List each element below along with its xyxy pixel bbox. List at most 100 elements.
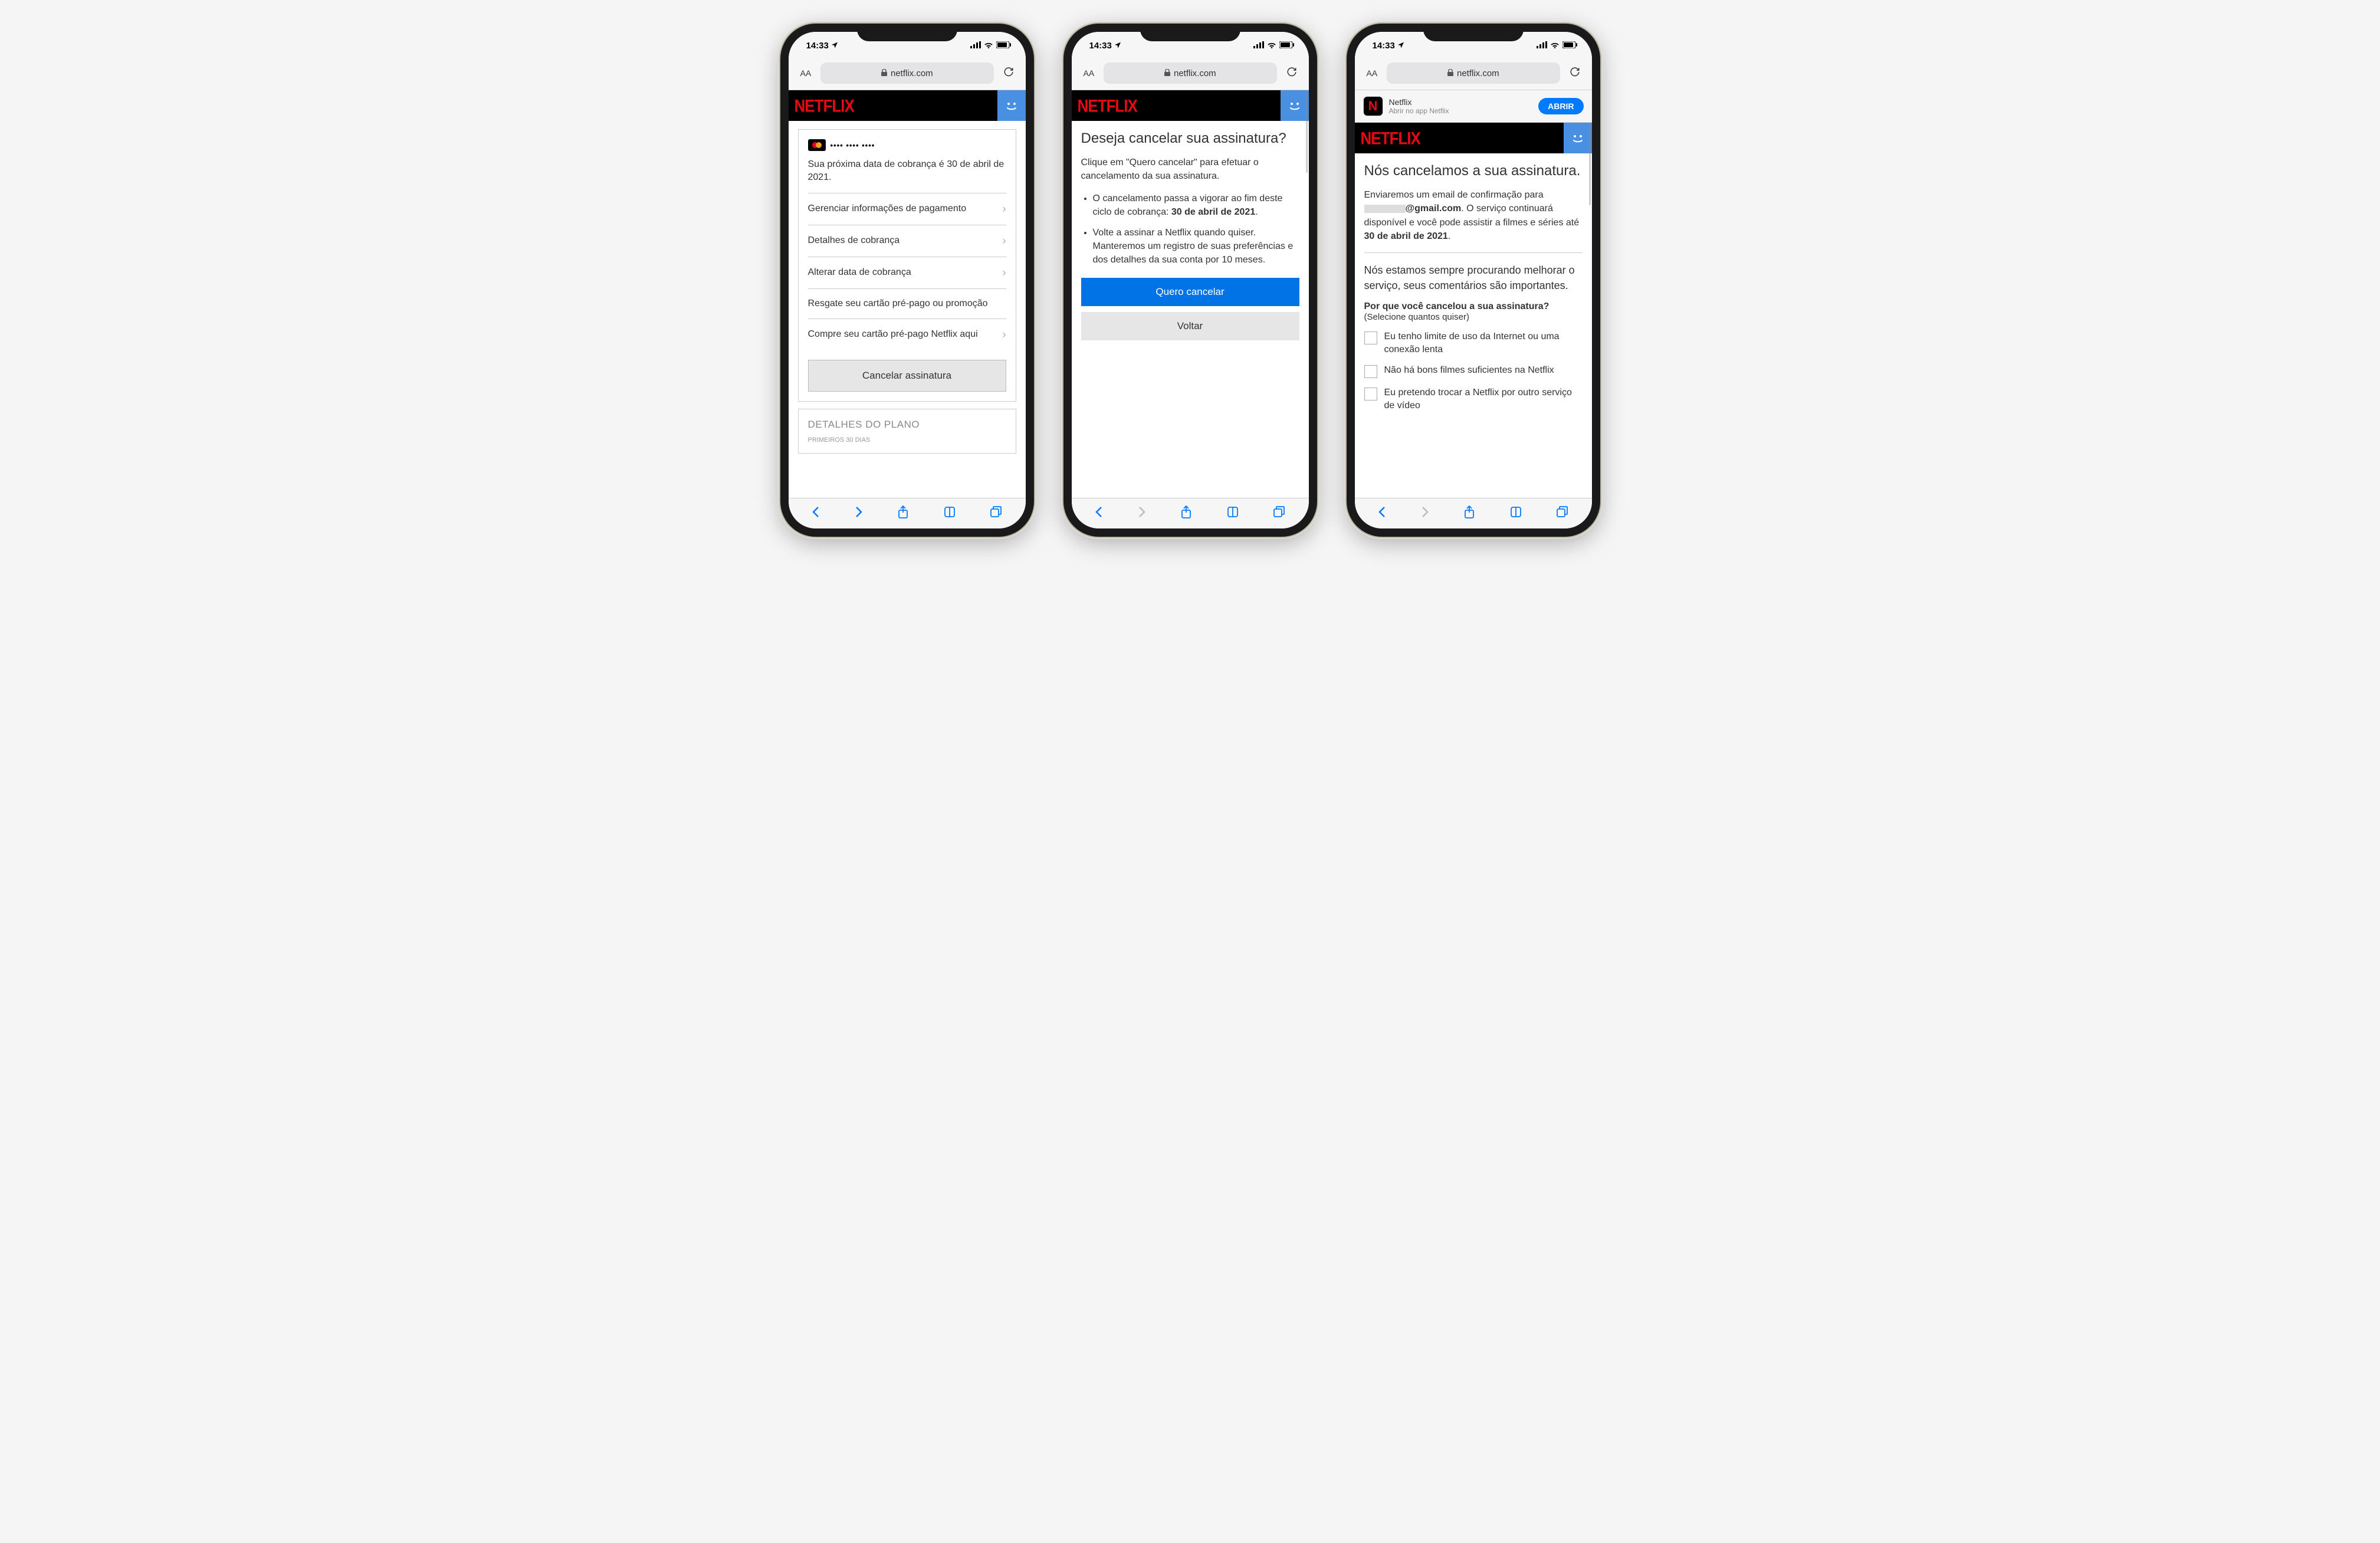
status-time: 14:33 xyxy=(1373,41,1395,51)
phone-frame-2: 14:33 AA netflix.com NETFLIX xyxy=(1063,24,1317,537)
tabs-button[interactable] xyxy=(990,506,1002,521)
app-banner-sub: Abrir no app Netflix xyxy=(1389,107,1533,115)
cancel-subscription-button[interactable]: Cancelar assinatura xyxy=(808,360,1006,392)
notch xyxy=(857,24,957,41)
chat-widget-icon[interactable] xyxy=(1281,90,1309,121)
next-billing-text: Sua próxima data de cobrança é 30 de abr… xyxy=(808,158,1006,185)
cellular-signal-icon xyxy=(1537,41,1547,51)
bookmarks-button[interactable] xyxy=(1227,506,1239,521)
smart-app-banner: N Netflix Abrir no app Netflix ABRIR xyxy=(1355,90,1592,123)
plan-details-sub: PRIMEIROS 30 DIAS xyxy=(808,436,1006,444)
wifi-icon xyxy=(1550,41,1560,51)
tabs-button[interactable] xyxy=(1273,506,1285,521)
netflix-logo[interactable]: NETFLIX xyxy=(1361,127,1420,149)
battery-icon xyxy=(1279,41,1295,51)
notch xyxy=(1140,24,1240,41)
buy-gift-card-link[interactable]: Compre seu cartão pré-pago Netflix aqui› xyxy=(808,319,1006,350)
safari-toolbar xyxy=(1355,498,1592,528)
chevron-right-icon: › xyxy=(1003,203,1006,215)
page-content-1: NETFLIX •••• •••• •••• Sua próxima data … xyxy=(789,90,1026,498)
text-size-button[interactable]: AA xyxy=(1079,66,1099,80)
location-services-icon xyxy=(831,41,838,51)
plan-details-title: DETALHES DO PLANO xyxy=(808,419,1006,431)
back-button[interactable] xyxy=(1378,506,1386,521)
lock-icon xyxy=(1447,68,1453,78)
wifi-icon xyxy=(984,41,993,51)
share-button[interactable] xyxy=(1464,505,1475,522)
refresh-button[interactable] xyxy=(1565,64,1585,83)
safari-url-bar: AA netflix.com xyxy=(789,59,1026,90)
billing-details-link[interactable]: Detalhes de cobrança› xyxy=(808,225,1006,257)
text-size-button[interactable]: AA xyxy=(796,66,816,80)
cellular-signal-icon xyxy=(1253,41,1264,51)
phone-frame-3: 14:33 AA netflix.com N Netflix Abrir no … xyxy=(1347,24,1600,537)
app-banner-name: Netflix xyxy=(1389,97,1533,107)
chevron-right-icon: › xyxy=(1003,329,1006,341)
survey-hint: (Selecione quantos quiser) xyxy=(1364,312,1583,322)
open-app-button[interactable]: ABRIR xyxy=(1538,98,1583,114)
safari-toolbar xyxy=(789,498,1026,528)
bookmarks-button[interactable] xyxy=(944,506,956,521)
tabs-button[interactable] xyxy=(1557,506,1568,521)
location-services-icon xyxy=(1114,41,1121,51)
back-button[interactable] xyxy=(812,506,820,521)
bookmarks-button[interactable] xyxy=(1510,506,1522,521)
chat-widget-icon[interactable] xyxy=(1564,123,1592,153)
netflix-logo[interactable]: NETFLIX xyxy=(1078,95,1137,116)
scrollbar-indicator xyxy=(1306,90,1308,173)
survey-option-3[interactable]: Eu pretendo trocar a Netflix por outro s… xyxy=(1364,386,1583,412)
plan-details-card: DETALHES DO PLANO PRIMEIROS 30 DIAS xyxy=(798,409,1016,454)
text-size-button[interactable]: AA xyxy=(1362,66,1383,80)
lock-icon xyxy=(1164,68,1170,78)
redacted-email xyxy=(1364,205,1406,213)
lock-icon xyxy=(881,68,887,78)
survey-question: Por que você cancelou a sua assinatura? xyxy=(1364,301,1583,312)
payment-card: •••• •••• •••• Sua próxima data de cobra… xyxy=(798,129,1016,402)
forward-button xyxy=(1421,506,1429,521)
go-back-button[interactable]: Voltar xyxy=(1081,312,1299,340)
cellular-signal-icon xyxy=(970,41,981,51)
battery-icon xyxy=(1562,41,1578,51)
cancel-bullet-1: O cancelamento passa a vigorar ao fim de… xyxy=(1093,192,1299,219)
survey-option-1[interactable]: Eu tenho limite de uso da Internet ou um… xyxy=(1364,330,1583,356)
cancelled-heading: Nós cancelamos a sua assinatura. xyxy=(1364,162,1583,180)
checkbox-icon[interactable] xyxy=(1364,388,1377,400)
netflix-logo[interactable]: NETFLIX xyxy=(795,95,854,116)
checkbox-icon[interactable] xyxy=(1364,331,1377,344)
manage-payment-link[interactable]: Gerenciar informações de pagamento› xyxy=(808,193,1006,225)
divider xyxy=(1364,252,1583,253)
forward-button xyxy=(1138,506,1146,521)
back-button[interactable] xyxy=(1095,506,1103,521)
netflix-app-icon: N xyxy=(1363,96,1383,116)
safari-url-bar: AA netflix.com xyxy=(1355,59,1592,90)
confirm-cancel-button[interactable]: Quero cancelar xyxy=(1081,278,1299,306)
checkbox-icon[interactable] xyxy=(1364,365,1377,378)
url-domain: netflix.com xyxy=(891,68,933,78)
refresh-button[interactable] xyxy=(1282,64,1302,83)
chat-widget-icon[interactable] xyxy=(997,90,1026,121)
scrollbar-indicator xyxy=(1589,123,1591,205)
share-button[interactable] xyxy=(898,505,908,522)
cancel-bullet-2: Volte a assinar a Netflix quando quiser.… xyxy=(1093,226,1299,267)
share-button[interactable] xyxy=(1181,505,1191,522)
location-services-icon xyxy=(1397,41,1404,51)
url-field[interactable]: netflix.com xyxy=(1387,63,1560,84)
url-field[interactable]: netflix.com xyxy=(1104,63,1276,84)
page-content-3: NETFLIX Nós cancelamos a sua assinatura.… xyxy=(1355,123,1592,498)
survey-option-2[interactable]: Não há bons filmes suficientes na Netfli… xyxy=(1364,364,1583,378)
forward-button[interactable] xyxy=(855,506,863,521)
chevron-right-icon: › xyxy=(1003,235,1006,247)
redeem-gift-link[interactable]: Resgate seu cartão pré-pago ou promoção xyxy=(808,288,1006,319)
safari-toolbar xyxy=(1072,498,1309,528)
status-time: 14:33 xyxy=(806,41,829,51)
battery-icon xyxy=(996,41,1012,51)
wifi-icon xyxy=(1267,41,1276,51)
mastercard-icon xyxy=(808,139,826,151)
refresh-button[interactable] xyxy=(999,64,1019,83)
change-billing-date-link[interactable]: Alterar data de cobrança› xyxy=(808,257,1006,288)
url-domain: netflix.com xyxy=(1457,68,1499,78)
phone-screen-1: 14:33 AA xyxy=(789,32,1026,528)
netflix-header: NETFLIX xyxy=(789,90,1026,121)
url-field[interactable]: netflix.com xyxy=(820,63,993,84)
phone-frame-1: 14:33 AA xyxy=(780,24,1034,537)
